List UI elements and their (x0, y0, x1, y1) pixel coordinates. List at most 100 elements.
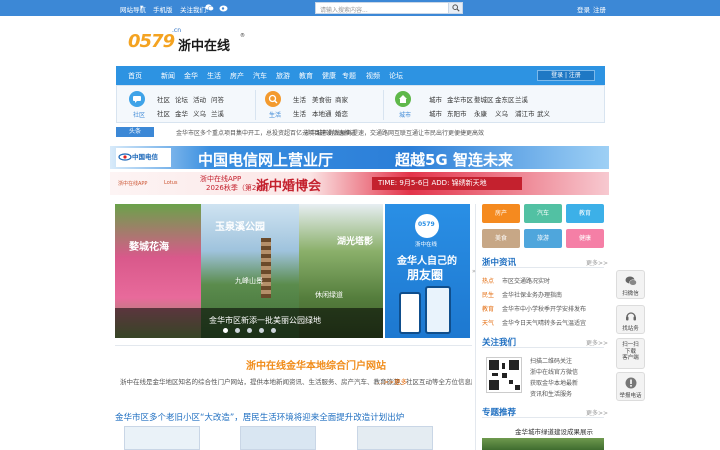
slide-caption[interactable]: 金华市区新添一批美丽公园绿地 (209, 315, 321, 326)
photo-slideshow[interactable]: 婺城花海 玉泉溪公园 湖光塔影 九峰山景 休闲绿道 金华市区新添一批美丽公园绿地 (115, 204, 383, 338)
channel-link[interactable]: 社区 (157, 108, 170, 118)
nav-item[interactable]: 生活 (207, 71, 221, 81)
news-item[interactable]: 热点 市区交通路况实时 (482, 276, 550, 285)
channel-link[interactable]: 美食街 (312, 94, 332, 104)
category-button[interactable]: 旅游 (524, 229, 562, 248)
search-box[interactable]: 请输入搜索内容... (315, 2, 463, 14)
channel-link[interactable]: 金东区 (495, 94, 515, 104)
channel-link[interactable]: 武义 (537, 108, 550, 118)
channel-link[interactable]: 论坛 (175, 94, 188, 104)
ticker-item[interactable]: 浙中城市群发展再提速，交通路网互联互通让市民出行更便捷更高效 (304, 128, 484, 137)
channel-link[interactable]: 金华市区 (447, 94, 473, 104)
topic-image[interactable] (482, 438, 604, 450)
telecom-logo: 中国电信 (116, 148, 171, 167)
channel-link[interactable]: 婺城区 (474, 94, 494, 104)
news-text[interactable]: 金华市中小学秋季开学安排发布 (502, 304, 586, 313)
news-text[interactable]: 市区交通路况实时 (502, 276, 550, 285)
nav-item[interactable]: 首页 (128, 71, 142, 81)
topic-caption[interactable]: 金华城市绿道建设成果展示 (515, 426, 593, 436)
weibo-icon[interactable] (219, 3, 229, 14)
nav-login-button[interactable]: 登录 | 注册 (537, 70, 595, 81)
channel-label: 城市 (399, 112, 412, 119)
channel-link[interactable]: 婚恋 (335, 108, 348, 118)
home-icon (395, 91, 411, 107)
nav-item[interactable]: 房产 (230, 71, 244, 81)
channel-link[interactable]: 兰溪 (211, 108, 224, 118)
intro-title[interactable]: 浙中在线金华本地综合门户网站 (246, 357, 386, 372)
channel-link[interactable]: 义乌 (193, 108, 206, 118)
category-button[interactable]: 教育 (566, 204, 604, 223)
feature-thumbnail[interactable] (240, 426, 316, 450)
slide-dot[interactable] (247, 328, 252, 333)
feature-headline[interactable]: 金华市区多个老旧小区“大改造”，居民生活环境将迎来全面提升改造计划出炉 (115, 411, 404, 423)
divider (383, 90, 384, 120)
nav-item[interactable]: 专题 (342, 71, 356, 81)
nav-item[interactable]: 健康 (322, 71, 336, 81)
wedding-expo-banner[interactable]: 浙中在线APP Lotus 浙中在线APP 2026秋季（第26届） 浙中婚博会… (110, 172, 609, 195)
nav-item[interactable]: 汽车 (253, 71, 267, 81)
follow-more-link[interactable]: 更多>> (586, 338, 608, 347)
ticker-tag: 头条 (116, 127, 154, 137)
category-button[interactable]: 房产 (482, 204, 520, 223)
telecom-banner[interactable]: 中国电信 中国电信网上营业厅 超越5G 智连未来 (110, 146, 609, 169)
news-tag: 天气 (482, 320, 495, 327)
wechat-tool-button[interactable]: 扫微信 (616, 270, 645, 299)
report-tool-button[interactable]: 举报电话 (616, 372, 645, 401)
category-button[interactable]: 美食 (482, 229, 520, 248)
category-button[interactable]: 健康 (566, 229, 604, 248)
login-link[interactable]: 登录 (577, 4, 590, 14)
channel-link[interactable]: 兰溪 (515, 94, 528, 104)
tool-label: 找站务 (622, 326, 639, 332)
news-more-link[interactable]: 更多>> (586, 258, 608, 267)
slide-caption-bar: 金华市区新添一批美丽公园绿地 (115, 308, 383, 338)
top-bar: 网站导航 ▾ 手机版 关注我们: 请输入搜索内容... 登录 注册 (0, 0, 720, 16)
channel-link[interactable]: 生活 (293, 94, 306, 104)
channel-link[interactable]: 社区 (157, 94, 170, 104)
nav-item[interactable]: 金华 (184, 71, 198, 81)
channel-link[interactable]: 永康 (474, 108, 487, 118)
search-button[interactable] (448, 3, 462, 13)
channel-link[interactable]: 生活 (293, 108, 306, 118)
slide-dot[interactable] (271, 328, 276, 333)
download-tool-button[interactable]: 扫一扫 下载 客户端 (616, 338, 645, 369)
news-item[interactable]: 天气 金华今日天气晴转多云气温适宜 (482, 318, 586, 327)
app-download-ad[interactable]: 0579 浙中在线 金华人自己的 朋友圈 (385, 204, 470, 338)
follow-text: 扫描二维码关注 (530, 358, 573, 365)
nav-item[interactable]: 旅游 (276, 71, 290, 81)
feature-thumbnail[interactable] (124, 426, 200, 450)
channel-link[interactable]: 问答 (211, 94, 224, 104)
nav-item[interactable]: 视频 (366, 71, 380, 81)
channel-link[interactable]: 义乌 (495, 108, 508, 118)
nav-item[interactable]: 教育 (299, 71, 313, 81)
news-text[interactable]: 金华今日天气晴转多云气温适宜 (502, 318, 586, 327)
channel-link[interactable]: 金华 (175, 108, 188, 118)
slide-dot[interactable] (223, 328, 228, 333)
news-ticker: 头条 金华市区多个重点项目集中开工，总投资超百亿元项目建设加速推进 浙中城市群发… (116, 126, 605, 139)
search-input[interactable]: 请输入搜索内容... (320, 5, 368, 14)
mobile-link[interactable]: 手机版 (153, 4, 173, 14)
register-link[interactable]: 注册 (593, 4, 606, 14)
site-logo[interactable]: .cn 0579 浙中在线 ® (128, 27, 248, 59)
channel-link[interactable]: 商家 (335, 94, 348, 104)
slide-dot[interactable] (259, 328, 264, 333)
news-text[interactable]: 金华社保业务办理指南 (502, 290, 562, 299)
channel-link[interactable]: 本地通 (312, 108, 332, 118)
channel-link[interactable]: 活动 (193, 94, 206, 104)
slide-dot[interactable] (235, 328, 240, 333)
nav-item[interactable]: 论坛 (389, 71, 403, 81)
channel-link[interactable]: 浦江市 (515, 108, 535, 118)
channel-link[interactable]: 城市 (429, 108, 442, 118)
category-button[interactable]: 汽车 (524, 204, 562, 223)
chevron-right-icon[interactable]: » (472, 268, 476, 275)
topic-more-link[interactable]: 更多>> (586, 408, 608, 417)
channel-link[interactable]: 城市 (429, 94, 442, 104)
news-item[interactable]: 教育 金华市中小学秋季开学安排发布 (482, 304, 586, 313)
follow-text: 获取金华本地最新 (530, 380, 579, 387)
intro-more-link[interactable]: ...>>更多 (377, 376, 407, 386)
channel-link[interactable]: 东阳市 (447, 108, 467, 118)
nav-item[interactable]: 新闻 (161, 71, 175, 81)
support-tool-button[interactable]: 找站务 (616, 305, 645, 334)
feature-thumbnail[interactable] (357, 426, 433, 450)
wechat-icon[interactable] (205, 3, 214, 14)
news-item[interactable]: 民生 金华社保业务办理指南 (482, 290, 562, 299)
